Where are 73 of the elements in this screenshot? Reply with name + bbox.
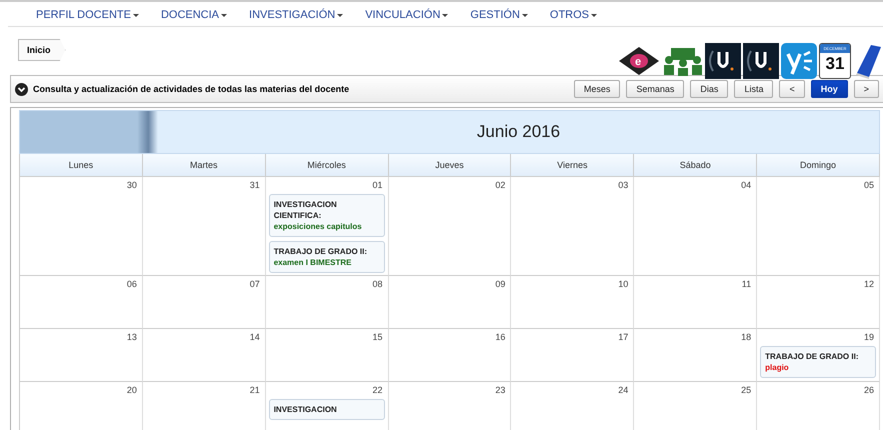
day-number: 01 — [372, 180, 383, 190]
day-number: 08 — [372, 279, 383, 289]
day-number: 31 — [250, 180, 260, 190]
event-card[interactable]: INVESTIGACION — [268, 399, 385, 420]
caret-icon — [522, 14, 528, 16]
view-button[interactable]: Meses — [574, 80, 620, 98]
day-number: 19 — [864, 332, 874, 342]
caret-icon — [132, 14, 139, 16]
collapse-chevron-icon[interactable] — [15, 82, 28, 96]
u-logo-icon[interactable] — [743, 43, 779, 79]
day-number: 12 — [864, 279, 874, 289]
event-title: TRABAJO DE GRADO II: — [274, 246, 368, 257]
weekday-header: Martes — [142, 154, 266, 177]
day-number: 20 — [126, 385, 137, 395]
u-logo-icon[interactable] — [705, 43, 741, 79]
breadcrumb-item[interactable]: Inicio — [18, 39, 66, 61]
view-button[interactable]: < — [779, 80, 805, 98]
event-detail: exposiciones capitulos — [274, 221, 363, 232]
nav-menu-item[interactable]: PERFIL DOCENTE — [36, 8, 139, 22]
day-number: 26 — [864, 385, 874, 395]
day-number: 15 — [372, 332, 383, 342]
day-number: 05 — [864, 180, 874, 190]
event-card[interactable]: TRABAJO DE GRADO II: examen I BIMESTRE — [268, 241, 385, 273]
caret-icon — [221, 14, 228, 16]
view-button[interactable]: Dias — [690, 80, 728, 98]
event-detail: plagio — [765, 362, 790, 373]
day-number: 13 — [126, 332, 137, 342]
weekday-header: Sábado — [634, 154, 758, 177]
weekday-header: Lunes — [20, 154, 143, 177]
day-number: 04 — [741, 180, 752, 190]
weekday-header: Domingo — [757, 154, 880, 177]
event-card[interactable]: INVESTIGACION CIENTIFICA: exposiciones capitulos — [268, 194, 385, 237]
day-number: 18 — [741, 332, 752, 342]
day-number: 02 — [495, 180, 506, 190]
view-button[interactable]: > — [854, 80, 879, 98]
event-title: TRABAJO DE GRADO II: — [765, 351, 860, 362]
day-number: 03 — [618, 180, 628, 190]
panel-title: Consulta y actualización de actividades de todas las materias del docente — [33, 84, 350, 94]
day-number: 14 — [250, 332, 260, 342]
nav-menu-item[interactable]: GESTIÓN — [470, 8, 528, 22]
nav-menu-item[interactable]: DOCENCIA — [160, 8, 228, 22]
nav-menu-item[interactable]: OTROS — [550, 8, 598, 22]
event-title: INVESTIGACION — [274, 404, 338, 415]
people-group-icon[interactable] — [663, 46, 703, 76]
event-detail: examen I BIMESTRE — [274, 257, 353, 268]
weekday-header: Miércoles — [266, 154, 389, 177]
day-number: 21 — [250, 385, 260, 395]
caret-icon — [337, 14, 344, 16]
view-button[interactable]: Hoy — [810, 80, 848, 98]
weekday-header: Jueves — [388, 154, 512, 177]
day-number: 24 — [618, 385, 628, 395]
day-number: 09 — [495, 279, 506, 289]
day-number: 17 — [618, 332, 628, 342]
view-button[interactable]: Semanas — [626, 80, 684, 98]
caret-icon — [442, 14, 448, 16]
day-number: 30 — [126, 180, 137, 190]
day-number: 16 — [495, 332, 506, 342]
caret-icon — [591, 14, 598, 16]
day-number: 25 — [741, 385, 752, 395]
nav-menu-item[interactable]: VINCULACIÓN — [365, 8, 448, 22]
view-button[interactable]: Lista — [734, 80, 774, 98]
month-title: Junio 2016 — [476, 121, 562, 143]
weekday-header: Viernes — [511, 154, 634, 177]
event-card[interactable]: TRABAJO DE GRADO II: plagio — [760, 346, 876, 378]
calendar-day-label: 31 — [826, 53, 844, 75]
event-title: INVESTIGACION CIENTIFICA: — [274, 199, 338, 221]
day-number: 10 — [618, 279, 628, 289]
day-number: 23 — [495, 385, 506, 395]
day-number: 22 — [372, 385, 383, 395]
nav-menu-item[interactable]: INVESTIGACIÓN — [249, 8, 344, 22]
day-number: 11 — [742, 279, 752, 289]
day-number: 07 — [250, 279, 260, 289]
day-number: 06 — [126, 279, 137, 289]
